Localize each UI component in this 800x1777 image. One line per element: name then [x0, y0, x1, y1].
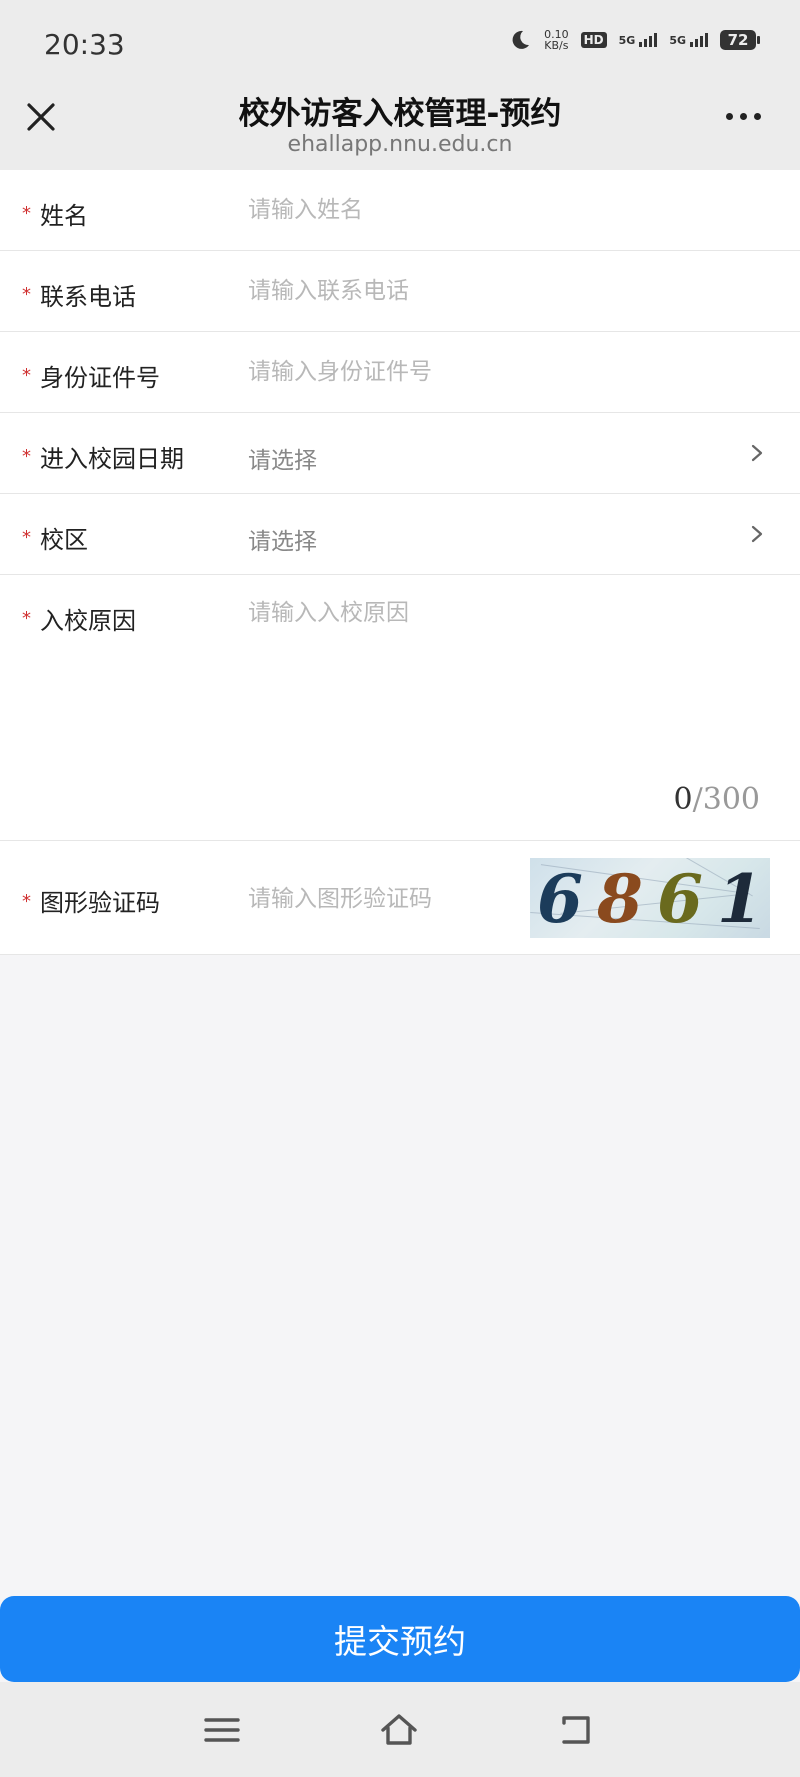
chevron-right-icon	[751, 444, 763, 462]
reason-label: 入校原因	[40, 607, 136, 635]
signal-bar	[695, 39, 698, 47]
signal-bar	[690, 42, 693, 47]
menu-icon[interactable]	[202, 1710, 242, 1750]
signal-5g-2: 5G	[669, 33, 708, 47]
required-mark: *	[22, 446, 31, 467]
net-speed: 0.10 KB/s	[544, 29, 569, 51]
back-icon[interactable]	[556, 1710, 596, 1750]
signal-5g-1: 5G	[619, 33, 658, 47]
submit-reservation-button[interactable]: 提交预约	[0, 1596, 800, 1682]
campus-label: 校区	[40, 526, 88, 554]
moon-icon	[512, 30, 530, 49]
signal-bar	[654, 33, 658, 47]
form-row-reason: * 入校原因 0/300	[0, 575, 800, 841]
captcha-input[interactable]	[248, 877, 508, 921]
more-icon[interactable]	[726, 106, 770, 126]
required-mark: *	[22, 891, 31, 912]
signal-bar	[644, 39, 648, 47]
signal-bar	[700, 36, 703, 47]
more-dot	[726, 112, 733, 120]
form-row-id-number: * 身份证件号	[0, 332, 800, 413]
char-count: 0	[673, 782, 693, 817]
name-label: 姓名	[40, 202, 88, 230]
required-mark: *	[22, 203, 31, 224]
id-number-label: 身份证件号	[40, 364, 160, 392]
more-dot	[754, 112, 761, 120]
captcha-digit: 6	[657, 860, 703, 938]
captcha-digits: 6 8 6 1	[530, 860, 770, 938]
required-mark: *	[22, 284, 31, 305]
form-row-captcha: * 图形验证码 6 8 6 1	[0, 841, 800, 955]
signal-label: 5G	[618, 34, 636, 47]
signal-label: 5G	[669, 34, 686, 47]
captcha-digit: 8	[597, 860, 643, 938]
captcha-image[interactable]: 6 8 6 1	[530, 858, 770, 938]
battery-level: 72	[727, 31, 749, 49]
form-row-name: * 姓名	[0, 170, 800, 251]
status-icons: 0.10 KB/s HD 5G 5G 72	[508, 28, 760, 52]
char-max: /300	[692, 782, 760, 817]
chevron-right-icon	[751, 525, 763, 543]
name-input[interactable]	[248, 188, 728, 232]
home-icon[interactable]	[379, 1710, 419, 1750]
page-title: 校外访客入校管理-预约	[238, 96, 562, 132]
reason-textarea[interactable]	[248, 593, 748, 773]
required-mark: *	[22, 527, 31, 548]
id-number-input[interactable]	[248, 350, 728, 394]
required-mark: *	[22, 608, 31, 629]
required-mark: *	[22, 365, 31, 386]
nav-bar: 校外访客入校管理-预约 ehallapp.nnu.edu.cn	[0, 88, 800, 170]
phone-input[interactable]	[248, 269, 728, 313]
signal-bar	[639, 42, 643, 47]
form-row-phone: * 联系电话	[0, 251, 800, 332]
status-bar: 20:33 0.10 KB/s HD 5G 5G 72	[0, 0, 800, 88]
more-dot	[740, 112, 747, 120]
entry-date-select[interactable]: * 进入校园日期 请选择	[0, 413, 800, 494]
reservation-form: * 姓名 * 联系电话 * 身份证件号 * 进入校园日期 请选择 * 校区 请选…	[0, 170, 800, 955]
campus-select[interactable]: * 校区 请选择	[0, 494, 800, 575]
signal-bar	[705, 33, 708, 47]
status-time: 20:33	[44, 28, 125, 61]
net-speed-unit: KB/s	[544, 39, 569, 52]
captcha-label: 图形验证码	[40, 889, 160, 917]
captcha-digit: 6	[537, 860, 583, 938]
page-url: ehallapp.nnu.edu.cn	[287, 132, 513, 157]
entry-date-label: 进入校园日期	[40, 445, 184, 473]
phone-label: 联系电话	[40, 283, 136, 311]
hd-badge: HD	[580, 32, 607, 48]
campus-value: 请选择	[248, 529, 317, 555]
signal-bar	[649, 36, 653, 47]
captcha-digit: 1	[717, 860, 763, 938]
system-nav-bar	[0, 1682, 800, 1777]
char-counter: 0/300	[674, 782, 760, 817]
entry-date-value: 请选择	[248, 448, 317, 474]
battery-icon: 72	[720, 30, 760, 50]
